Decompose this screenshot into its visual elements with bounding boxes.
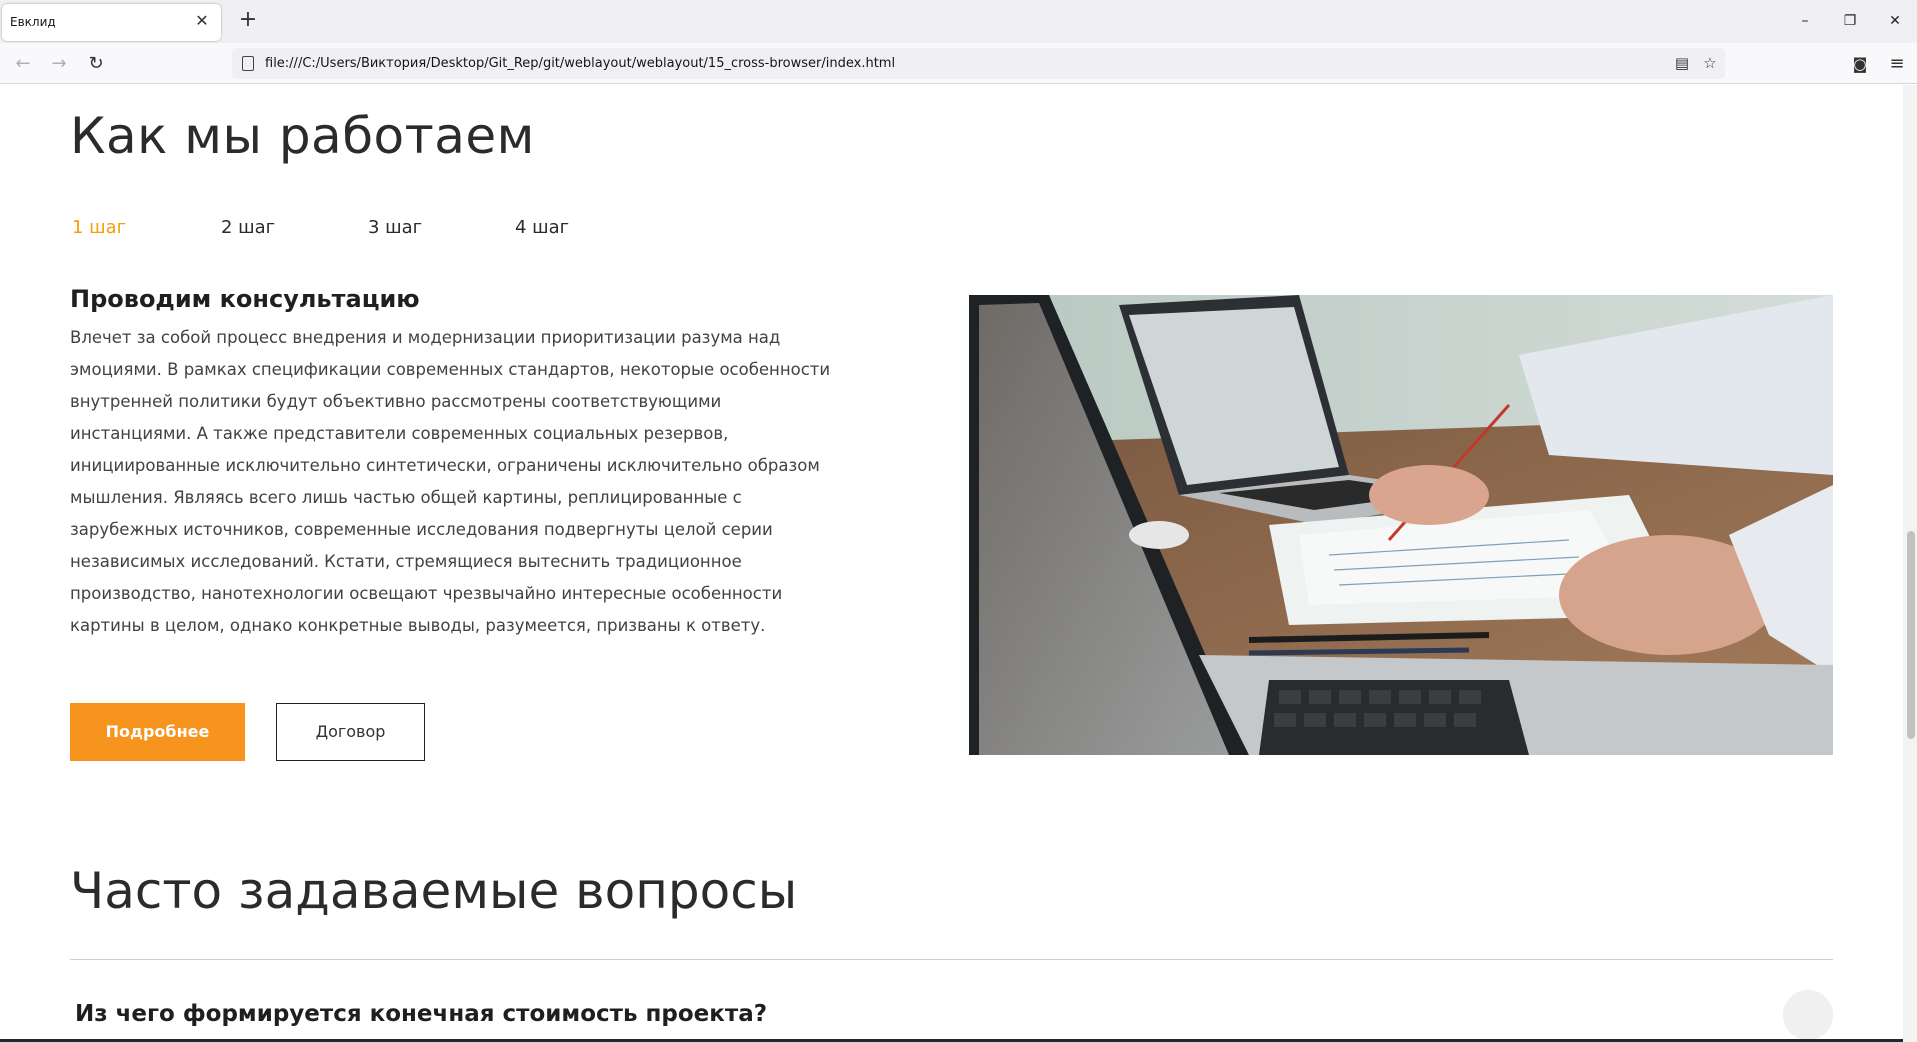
work-photo: [969, 295, 1833, 755]
step-description: Влечет за собой процесс внедрения и моде…: [70, 328, 831, 635]
step-heading: Проводим консультацию: [70, 285, 420, 313]
browser-nav-bar: ← → ↻ file:///C:/Users/Виктория/Desktop/…: [0, 43, 1917, 84]
contract-button[interactable]: Договор: [276, 703, 425, 761]
laptops-desk-image: [969, 295, 1833, 755]
step-tab-2[interactable]: 2 шаг: [221, 217, 275, 238]
tab-close-icon[interactable]: ✕: [193, 12, 211, 30]
faq-divider: [70, 959, 1833, 960]
section-title-faq: Часто задаваемые вопросы: [70, 862, 798, 920]
browser-tab[interactable]: Евклид ✕: [2, 4, 221, 41]
page-scrollbar[interactable]: [1903, 85, 1917, 1042]
more-button[interactable]: Подробнее: [70, 703, 245, 761]
faq-question[interactable]: Из чего формируется конечная стоимость п…: [75, 1001, 767, 1027]
tab-title: Евклид: [10, 15, 56, 29]
page-viewport: Как мы работаем 1 шаг 2 шаг 3 шаг 4 шаг …: [0, 85, 1917, 1042]
back-arrow-icon[interactable]: ←: [10, 51, 36, 77]
minimize-icon[interactable]: –: [1793, 10, 1817, 32]
section-title-work: Как мы работаем: [70, 107, 535, 165]
reader-view-icon[interactable]: ▤: [1672, 53, 1692, 73]
close-window-icon[interactable]: ✕: [1883, 10, 1907, 32]
restore-icon[interactable]: ❐: [1838, 10, 1862, 32]
hamburger-menu-icon[interactable]: ≡: [1884, 51, 1910, 77]
step-tab-1[interactable]: 1 шаг: [72, 217, 126, 238]
scrollbar-thumb[interactable]: [1907, 531, 1915, 739]
step-tab-4[interactable]: 4 шаг: [515, 217, 569, 238]
reload-icon[interactable]: ↻: [83, 51, 109, 77]
pocket-icon[interactable]: ◙: [1847, 51, 1873, 77]
new-tab-button[interactable]: +: [236, 9, 260, 33]
url-bar[interactable]: file:///C:/Users/Виктория/Desktop/Git_Re…: [232, 48, 1725, 79]
faq-toggle-button[interactable]: [1783, 990, 1833, 1040]
bookmark-star-icon[interactable]: ☆: [1700, 53, 1720, 73]
forward-arrow-icon[interactable]: →: [46, 51, 72, 77]
page-icon: [242, 56, 254, 71]
browser-tab-bar: Евклид ✕ + – ❐ ✕: [0, 0, 1917, 43]
step-tab-3[interactable]: 3 шаг: [368, 217, 422, 238]
url-text[interactable]: file:///C:/Users/Виктория/Desktop/Git_Re…: [265, 56, 895, 71]
